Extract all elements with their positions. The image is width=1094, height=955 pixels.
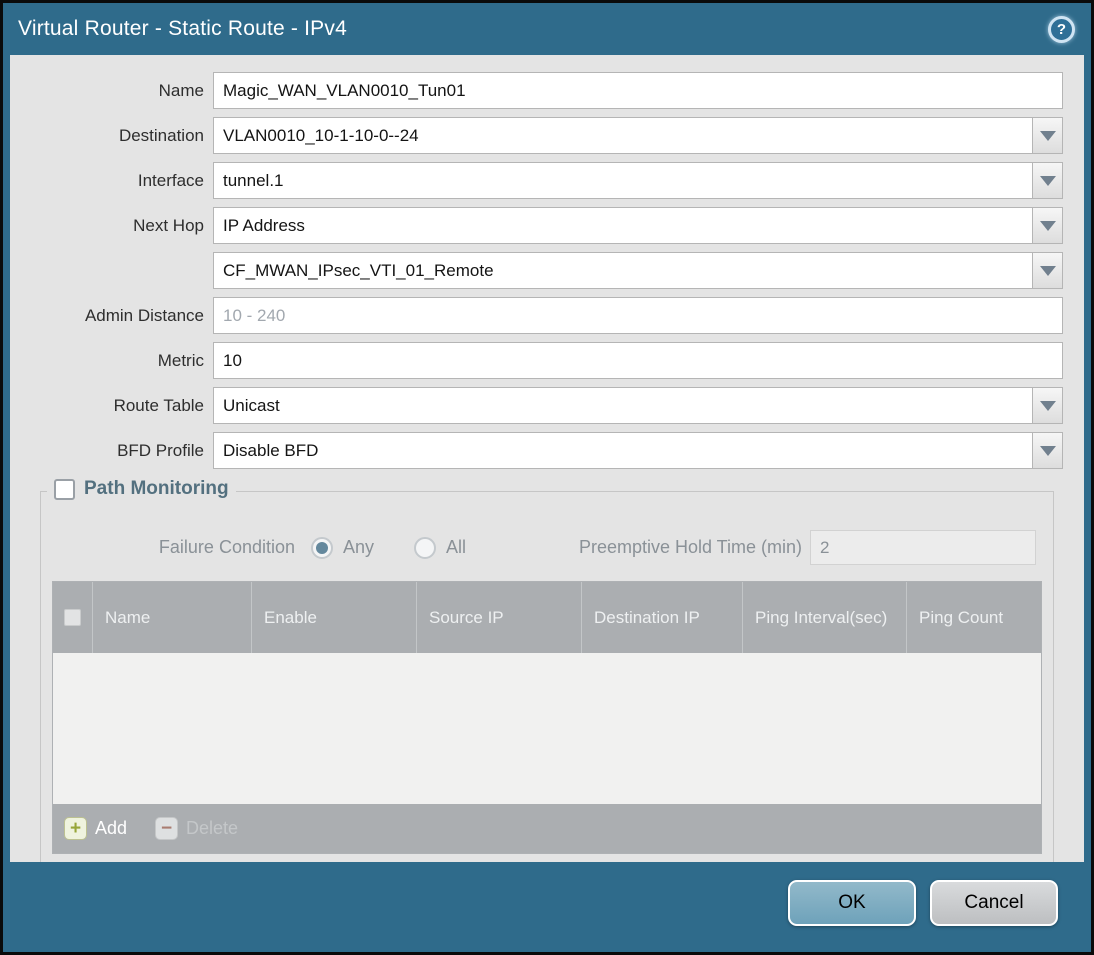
name-label: Name: [158, 80, 204, 100]
form-row-metric: Metric: [10, 342, 1063, 379]
form-row-next-hop: Next Hop: [10, 207, 1063, 244]
chevron-down-icon: [1039, 130, 1056, 141]
bfd-profile-label: BFD Profile: [117, 440, 204, 460]
dialog-title: Virtual Router - Static Route - IPv4: [18, 17, 347, 40]
next-hop-address-input[interactable]: [213, 252, 1033, 289]
static-route-dialog: Virtual Router - Static Route - IPv4 ? N…: [0, 0, 1094, 955]
dialog-titlebar: Virtual Router - Static Route - IPv4 ?: [3, 3, 1091, 55]
form-row-route-table: Route Table: [10, 387, 1063, 424]
table-toolbar: + Add − Delete: [53, 804, 1041, 853]
bfd-profile-input[interactable]: [213, 432, 1033, 469]
table-body-empty: [53, 653, 1041, 804]
path-monitoring-checkbox[interactable]: [54, 478, 75, 500]
next-hop-label: Next Hop: [133, 215, 204, 235]
column-header-destination-ip[interactable]: Destination IP: [582, 582, 743, 653]
chevron-down-icon: [1039, 445, 1056, 456]
failure-condition-any-radio[interactable]: [311, 536, 333, 559]
path-monitoring-legend: Path Monitoring: [47, 478, 236, 500]
metric-label: Metric: [157, 350, 204, 370]
failure-condition-row: Failure Condition Any All Preemptive Hol…: [52, 530, 1036, 565]
metric-input[interactable]: [213, 342, 1063, 379]
table-header-select: [53, 582, 93, 653]
path-monitoring-table: Name Enable Source IP Destination IP Pin…: [52, 581, 1042, 854]
column-header-source-ip[interactable]: Source IP: [417, 582, 582, 653]
route-table-input[interactable]: [213, 387, 1033, 424]
form-row-admin-distance: Admin Distance: [10, 297, 1063, 334]
chevron-down-icon: [1039, 175, 1056, 186]
admin-distance-label: Admin Distance: [84, 305, 204, 325]
next-hop-dropdown-trigger[interactable]: [1032, 207, 1063, 244]
next-hop-type-input[interactable]: [213, 207, 1033, 244]
destination-dropdown-trigger[interactable]: [1032, 117, 1063, 154]
add-button[interactable]: + Add: [64, 817, 127, 840]
path-monitoring-section: Path Monitoring Failure Condition Any Al…: [40, 478, 1054, 862]
column-header-name[interactable]: Name: [93, 582, 252, 653]
column-header-ping-interval[interactable]: Ping Interval(sec): [743, 582, 907, 653]
failure-condition-all-radio[interactable]: [414, 536, 437, 559]
chevron-down-icon: [1039, 220, 1056, 231]
destination-label: Destination: [118, 125, 204, 145]
form-row-name: Name: [10, 72, 1063, 109]
chevron-down-icon: [1039, 265, 1056, 276]
dialog-body: Name Destination Interface: [10, 55, 1084, 862]
add-button-label: Add: [95, 818, 128, 838]
destination-input[interactable]: [213, 117, 1033, 154]
minus-icon: −: [155, 817, 179, 840]
select-all-checkbox[interactable]: [64, 609, 81, 626]
interface-input[interactable]: [213, 162, 1033, 199]
plus-icon: +: [64, 817, 87, 840]
cancel-button[interactable]: Cancel: [930, 880, 1058, 926]
ok-button[interactable]: OK: [788, 880, 916, 926]
delete-button-label: Delete: [186, 818, 239, 838]
failure-condition-label: Failure Condition: [158, 537, 295, 557]
interface-label: Interface: [137, 170, 204, 190]
route-table-label: Route Table: [113, 395, 204, 415]
form-row-bfd-profile: BFD Profile: [10, 432, 1063, 469]
column-header-enable[interactable]: Enable: [252, 582, 417, 653]
table-header-row: Name Enable Source IP Destination IP Pin…: [53, 582, 1041, 653]
bfd-profile-dropdown-trigger[interactable]: [1032, 432, 1063, 469]
delete-button[interactable]: − Delete: [155, 817, 238, 840]
column-header-ping-count[interactable]: Ping Count: [907, 582, 1041, 653]
chevron-down-icon: [1039, 400, 1056, 411]
failure-condition-any-label: Any: [343, 537, 375, 557]
interface-dropdown-trigger[interactable]: [1032, 162, 1063, 199]
help-icon[interactable]: ?: [1048, 15, 1075, 43]
preemptive-hold-time-label: Preemptive Hold Time (min): [578, 537, 802, 557]
next-hop-address-dropdown-trigger[interactable]: [1032, 252, 1063, 289]
path-monitoring-title: Path Monitoring: [84, 478, 229, 499]
form-row-interface: Interface: [10, 162, 1063, 199]
preemptive-hold-time-input[interactable]: [810, 530, 1036, 565]
route-table-dropdown-trigger[interactable]: [1032, 387, 1063, 424]
form-row-destination: Destination: [10, 117, 1063, 154]
failure-condition-all-label: All: [446, 537, 467, 557]
dialog-footer: OK Cancel: [3, 862, 1091, 952]
form-row-next-hop-value: [10, 252, 1063, 289]
name-input[interactable]: [213, 72, 1063, 109]
admin-distance-input[interactable]: [213, 297, 1063, 334]
